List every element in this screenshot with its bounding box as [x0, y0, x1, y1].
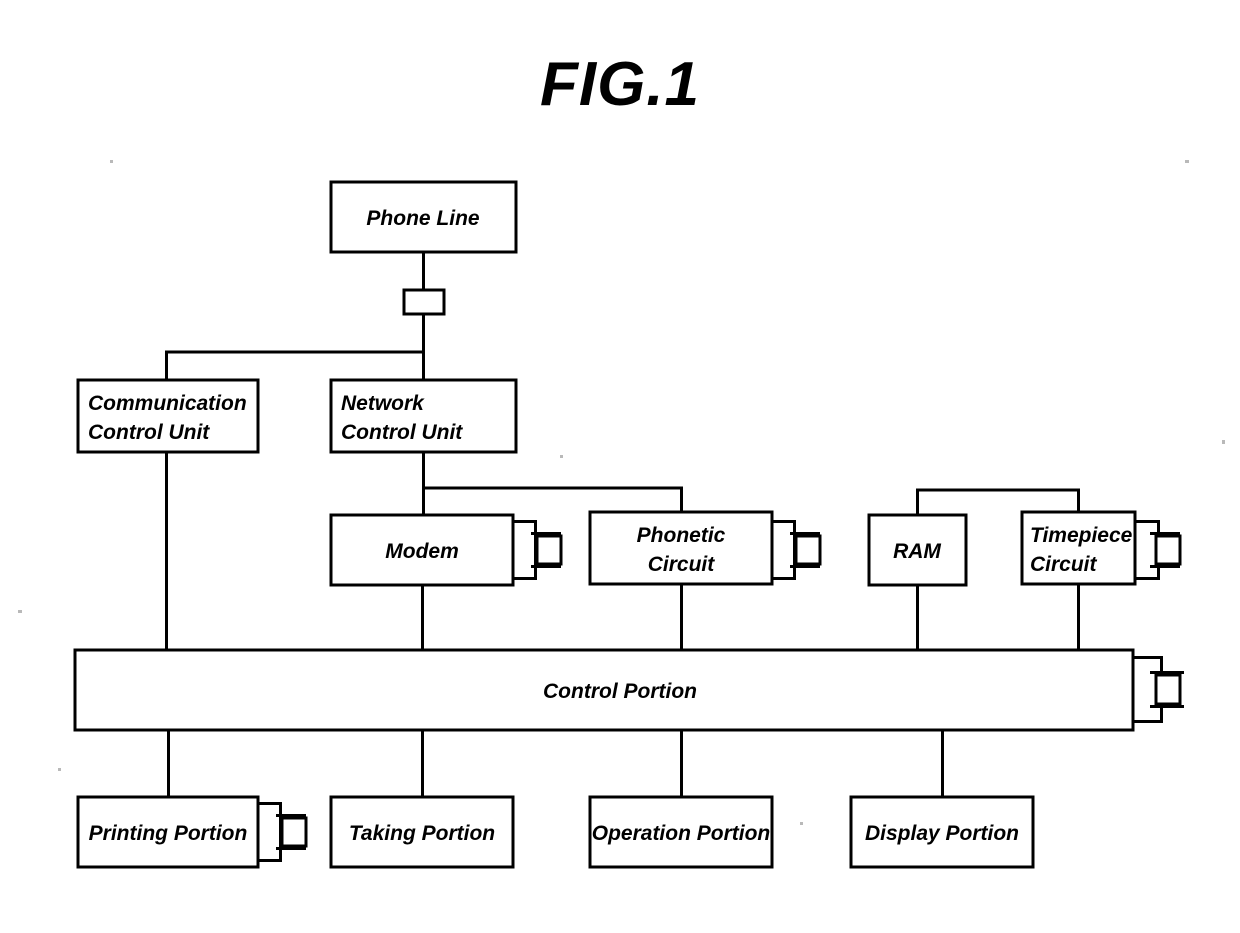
phonetic-circuit-callout-square	[794, 534, 822, 566]
phonetic-circuit-label-line2: Circuit	[648, 553, 716, 576]
block-diagram-canvas: FIG.1 Phone Line Communication Control U…	[18, 50, 1225, 869]
block-control-portion[interactable]: Control Portion	[73, 648, 1135, 732]
taking-portion-label: Taking Portion	[349, 822, 495, 845]
patent-figure-page: FIG.1 Phone Line Communication Control U…	[0, 0, 1240, 933]
block-printing-portion[interactable]: Printing Portion	[76, 795, 260, 869]
phone-line-label: Phone Line	[366, 207, 479, 230]
network-control-unit-label-line2: Control Unit	[341, 421, 463, 444]
block-phone-line[interactable]: Phone Line	[329, 180, 518, 254]
connector-network-branch-to-phonetic-circuit	[423, 486, 683, 512]
block-phonetic-circuit[interactable]: Phonetic Circuit	[588, 510, 774, 586]
block-communication-control-unit[interactable]: Communication Control Unit	[76, 378, 260, 454]
printing-portion-callout-square	[280, 816, 308, 848]
operation-portion-label: Operation Portion	[592, 822, 771, 845]
speck-upper-mid	[560, 455, 563, 458]
speck-center	[800, 822, 803, 825]
communication-control-unit-label-line2: Control Unit	[88, 421, 210, 444]
block-taking-portion[interactable]: Taking Portion	[329, 795, 515, 869]
figure-title: FIG.1	[540, 50, 700, 119]
control-portion-label: Control Portion	[543, 680, 697, 703]
control-portion-callout-square	[1154, 673, 1182, 706]
block-display-portion[interactable]: Display Portion	[849, 795, 1035, 869]
speck-top-left	[110, 160, 113, 163]
ram-label: RAM	[893, 540, 941, 563]
connector-branch-to-communication-control-unit	[165, 350, 424, 380]
block-modem[interactable]: Modem	[329, 513, 515, 587]
modem-label: Modem	[385, 540, 459, 563]
block-operation-portion[interactable]: Operation Portion	[588, 795, 774, 869]
display-portion-label: Display Portion	[865, 822, 1019, 845]
timepiece-circuit-callout-square	[1154, 534, 1182, 566]
modem-callout-square	[535, 534, 563, 566]
block-timepiece-circuit[interactable]: Timepiece Circuit	[1020, 510, 1137, 586]
communication-control-unit-label-line1: Communication	[88, 392, 247, 415]
network-control-unit-label-line1: Network	[341, 392, 425, 415]
block-ram[interactable]: RAM	[867, 513, 968, 587]
block-network-control-unit[interactable]: Network Control Unit	[329, 378, 518, 454]
speck-mid-left	[18, 610, 22, 613]
speck-mid-right	[1222, 440, 1225, 444]
phonetic-circuit-label-line1: Phonetic	[637, 524, 726, 547]
timepiece-circuit-label-line1: Timepiece	[1030, 524, 1133, 547]
timepiece-circuit-label-line2: Circuit	[1030, 553, 1098, 576]
printing-portion-label: Printing Portion	[89, 822, 248, 845]
speck-lower-left	[58, 768, 61, 771]
speck-top-right	[1185, 160, 1189, 163]
phone-line-junction-box	[402, 288, 446, 316]
